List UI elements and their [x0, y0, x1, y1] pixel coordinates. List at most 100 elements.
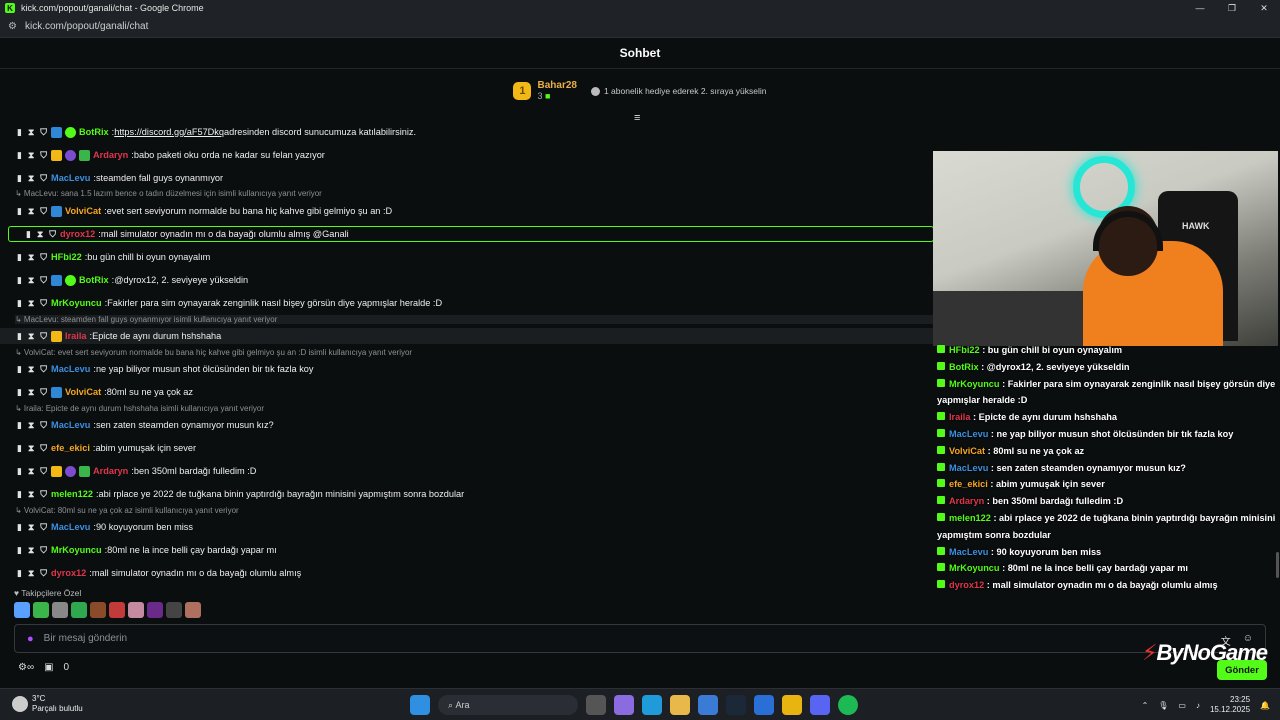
mod-tools[interactable]: ▮ ⧗ ⛉ — [17, 489, 47, 500]
timeout-icon[interactable]: ⧗ — [28, 420, 34, 431]
timeout-icon[interactable]: ⧗ — [28, 150, 34, 161]
chat-message[interactable]: ▮ ⧗ ⛉ Iraila: Epicte de aynı durum hshshaha — [0, 328, 933, 344]
store-icon[interactable] — [698, 695, 718, 715]
chat-username[interactable]: Iraila — [65, 331, 86, 341]
mod-tools[interactable]: ▮ ⧗ ⛉ — [17, 545, 47, 556]
mod-tools[interactable]: ▮ ⧗ ⛉ — [17, 252, 47, 263]
tray-chevron-icon[interactable]: ⌃ — [1142, 701, 1149, 710]
ban-icon[interactable]: ⛉ — [40, 489, 47, 500]
taskbar-search[interactable]: ⌕ Ara — [438, 695, 578, 715]
steam-icon[interactable] — [726, 695, 746, 715]
ban-icon[interactable]: ⛉ — [40, 387, 47, 398]
ban-icon[interactable]: ⛉ — [40, 331, 47, 342]
chat-username[interactable]: dyrox12 — [60, 229, 95, 239]
clock[interactable]: 23:25 15.12.2025 — [1210, 695, 1250, 715]
chat-message[interactable]: ▮ ⧗ ⛉ BotRix: https://discord.gg/aF57Dkq ad… — [0, 124, 933, 140]
taskview-icon[interactable] — [586, 695, 606, 715]
emote-1[interactable] — [33, 602, 49, 618]
chat-message[interactable]: ▮ ⧗ ⛉ MrKoyuncu: 80ml ne la ince belli çay … — [0, 542, 933, 558]
reply-context[interactable]: ↳ VolviCat: 80ml su ne ya çok az isimli … — [15, 506, 239, 515]
chat-message[interactable]: ▮ ⧗ ⛉ dyrox12: mall simulator oynadın mı o … — [0, 565, 933, 581]
timeout-icon[interactable]: ⧗ — [28, 252, 34, 263]
mod-tools[interactable]: ▮ ⧗ ⛉ — [17, 364, 47, 375]
emote-8[interactable] — [166, 602, 182, 618]
maximize-button[interactable]: ❐ — [1216, 0, 1248, 16]
trash-icon[interactable]: ▮ — [17, 489, 22, 500]
leader-username[interactable]: Bahar28 — [537, 80, 576, 91]
timeout-icon[interactable]: ⧗ — [28, 466, 34, 477]
mod-tools[interactable]: ▮ ⧗ ⛉ — [17, 206, 47, 217]
trash-icon[interactable]: ▮ — [17, 387, 22, 398]
volume-icon[interactable]: ♪ — [1196, 701, 1200, 710]
message-input[interactable]: ● Bir mesaj gönderin 文 ☺ — [14, 624, 1266, 653]
mod-tools[interactable]: ▮ ⧗ ⛉ — [17, 150, 47, 161]
chat-message[interactable]: ▮ ⧗ ⛉ MacLevu: 90 koyuyorum ben miss — [0, 519, 933, 535]
emote-3[interactable] — [71, 602, 87, 618]
chat-username[interactable]: VolviCat — [65, 206, 101, 216]
minimize-button[interactable]: — — [1184, 0, 1216, 16]
chat-username[interactable]: BotRix — [79, 275, 109, 285]
ban-icon[interactable]: ⛉ — [40, 466, 47, 477]
gift-leaderboard[interactable]: 1 Bahar28 3 ■ 1 abonelik hediye ederek 2… — [0, 70, 1280, 112]
copilot-icon[interactable] — [614, 695, 634, 715]
timeout-icon[interactable]: ⧗ — [28, 545, 34, 556]
chat-username[interactable]: HFbi22 — [51, 252, 82, 262]
trash-icon[interactable]: ▮ — [17, 443, 22, 454]
mod-tools[interactable]: ▮ ⧗ ⛉ — [17, 443, 47, 454]
site-info-icon[interactable]: ⚙ — [8, 21, 17, 32]
timeout-icon[interactable]: ⧗ — [28, 331, 34, 342]
trash-icon[interactable]: ▮ — [17, 522, 22, 533]
timeout-icon[interactable]: ⧗ — [28, 298, 34, 309]
timeout-icon[interactable]: ⧗ — [28, 275, 34, 286]
chat-username[interactable]: melen122 — [51, 489, 93, 499]
chrome-icon[interactable] — [782, 695, 802, 715]
chat-message[interactable]: ▮ ⧗ ⛉ BotRix: @dyrox12, 2. seviyeye yükseld… — [0, 272, 933, 288]
url-text[interactable]: kick.com/popout/ganali/chat — [25, 21, 148, 32]
chat-message[interactable]: ▮ ⧗ ⛉ MacLevu: steamden fall guys oynanmıyo… — [0, 170, 933, 186]
ban-icon[interactable]: ⛉ — [49, 229, 56, 240]
chat-username[interactable]: Ardaryn — [93, 150, 128, 160]
reply-context[interactable]: ↳ VolviCat: evet sert seviyorum normalde… — [15, 348, 412, 357]
chat-message[interactable]: ▮ ⧗ ⛉ MacLevu: ne yap biliyor musun shot öl… — [0, 361, 933, 377]
explorer-icon[interactable] — [670, 695, 690, 715]
emote-7[interactable] — [147, 602, 163, 618]
ban-icon[interactable]: ⛉ — [40, 522, 47, 533]
weather-widget[interactable]: 3°C Parçalı bulutlu — [12, 694, 83, 714]
message-placeholder[interactable]: Bir mesaj gönderin — [44, 633, 127, 644]
chat-message[interactable]: ▮ ⧗ ⛉ dyrox12: mall simulator oynadın mı o … — [8, 226, 933, 242]
trash-icon[interactable]: ▮ — [17, 173, 22, 184]
mod-tools[interactable]: ▮ ⧗ ⛉ — [17, 466, 47, 477]
timeout-icon[interactable]: ⧗ — [28, 173, 34, 184]
mod-tools[interactable]: ▮ ⧗ ⛉ — [17, 387, 47, 398]
close-button[interactable]: ✕ — [1248, 0, 1280, 16]
chat-username[interactable]: efe_ekici — [51, 443, 90, 453]
trash-icon[interactable]: ▮ — [17, 568, 22, 579]
reply-context[interactable]: ↳ Iraila: Epicte de aynı durum hshshaha … — [15, 404, 264, 413]
timeout-icon[interactable]: ⧗ — [28, 522, 34, 533]
send-button[interactable]: Gönder — [1217, 660, 1267, 680]
chat-username[interactable]: Ardaryn — [93, 466, 128, 476]
ban-icon[interactable]: ⛉ — [40, 545, 47, 556]
chat-username[interactable]: BotRix — [79, 127, 109, 137]
timeout-icon[interactable]: ⧗ — [28, 387, 34, 398]
address-bar[interactable]: ⚙ kick.com/popout/ganali/chat — [0, 16, 1280, 38]
trash-icon[interactable]: ▮ — [17, 545, 22, 556]
mic-tray-icon[interactable]: 🎙 — [1158, 701, 1168, 710]
chat-username[interactable]: VolviCat — [65, 387, 101, 397]
mod-tools[interactable]: ▮ ⧗ ⛉ — [17, 420, 47, 431]
discord-icon[interactable] — [810, 695, 830, 715]
mod-tools[interactable]: ▮ ⧗ ⛉ — [17, 275, 47, 286]
trash-icon[interactable]: ▮ — [17, 364, 22, 375]
microphone-icon[interactable]: ● — [27, 633, 34, 645]
emote-9[interactable] — [185, 602, 201, 618]
chat-username[interactable]: MrKoyuncu — [51, 298, 102, 308]
chat-username[interactable]: MrKoyuncu — [51, 545, 102, 555]
timeout-icon[interactable]: ⧗ — [37, 229, 43, 240]
chat-username[interactable]: MacLevu — [51, 173, 90, 183]
mod-tools[interactable]: ▮ ⧗ ⛉ — [17, 173, 47, 184]
chat-username[interactable]: MacLevu — [51, 364, 90, 374]
trash-icon[interactable]: ▮ — [17, 298, 22, 309]
timeout-icon[interactable]: ⧗ — [28, 568, 34, 579]
emote-4[interactable] — [90, 602, 106, 618]
app-icon[interactable] — [754, 695, 774, 715]
